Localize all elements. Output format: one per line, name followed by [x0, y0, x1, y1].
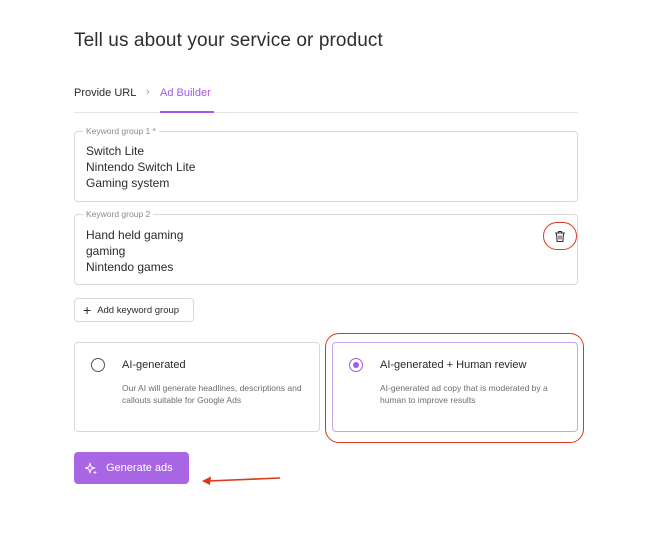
trash-icon [555, 230, 565, 242]
radio-selected-dot [352, 361, 359, 368]
step-tabs: Provide URL › Ad Builder [74, 84, 578, 113]
plus-icon: + [83, 302, 92, 318]
keyword-line: Hand held gaming [86, 228, 184, 242]
chevron-right-icon: › [146, 86, 150, 98]
keyword-group-2-text[interactable]: Hand held gaming gaming Nintendo games [86, 227, 183, 275]
keyword-group-2-field[interactable]: Keyword group 2 Hand held gaming gaming … [74, 209, 578, 285]
option-title: AI-generated [122, 359, 186, 371]
option-ai-human-review[interactable]: AI-generated + Human review AI-generated… [332, 342, 578, 432]
tab-ad-builder[interactable]: Ad Builder [160, 87, 211, 99]
add-keyword-group-label: Add keyword group [97, 304, 180, 316]
page-title: Tell us about your service or product [74, 30, 383, 51]
radio-ai-human-review[interactable] [349, 358, 363, 372]
keyword-line: Switch Lite [86, 144, 145, 158]
annotation-arrow [202, 476, 281, 485]
keyword-group-1-text[interactable]: Switch Lite Nintendo Switch Lite Gaming … [86, 143, 195, 191]
keyword-group-1-label: Keyword group 1 * [83, 126, 159, 136]
radio-ai-generated[interactable] [91, 358, 105, 372]
sparkle-icon [85, 461, 97, 474]
add-keyword-group-button[interactable]: + Add keyword group [74, 298, 194, 322]
keyword-line: gaming [86, 244, 126, 258]
option-description: Our AI will generate headlines, descript… [122, 383, 302, 405]
generate-ads-label: Generate ads [106, 462, 173, 474]
keyword-group-2-label: Keyword group 2 [83, 209, 154, 219]
tab-provide-url[interactable]: Provide URL [74, 87, 136, 99]
active-tab-indicator [160, 111, 214, 113]
delete-keyword-group-button[interactable] [543, 222, 577, 250]
keyword-line: Gaming system [86, 176, 170, 190]
option-title: AI-generated + Human review [380, 359, 527, 371]
generate-ads-button[interactable]: Generate ads [74, 452, 189, 484]
keyword-group-1-field[interactable]: Keyword group 1 * Switch Lite Nintendo S… [74, 126, 578, 202]
keyword-line: Nintendo Switch Lite [86, 160, 196, 174]
keyword-line: Nintendo games [86, 260, 174, 274]
option-ai-generated[interactable]: AI-generated Our AI will generate headli… [74, 342, 320, 432]
option-description: AI-generated ad copy that is moderated b… [380, 383, 548, 405]
